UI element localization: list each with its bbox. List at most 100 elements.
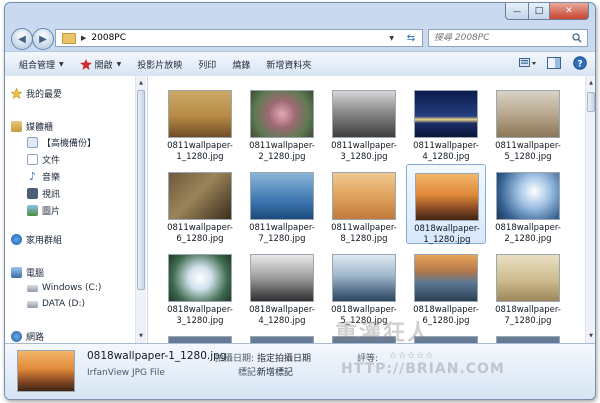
file-list: 0811wallpaper- 1_1280.jpg 0811wallpaper- 2_… [148,76,595,343]
nav-libraries[interactable]: 媒體櫃 [11,120,53,133]
nav-documents[interactable]: 文件 [27,153,60,166]
file-name-line1: 0818wallpaper- [249,305,315,315]
partial-photo [168,336,232,343]
file-tile[interactable] [324,328,404,343]
history-dropdown-icon[interactable]: ▼ [389,35,394,42]
refresh-button[interactable]: ⇆ [400,30,422,46]
new-folder-button[interactable]: 新增資料夾 [258,53,319,75]
nav-backup-label: 【高機備份】 [42,139,97,149]
flower-photo [250,90,314,138]
file-name-line1: 0811wallpaper- [331,223,397,233]
file-tile[interactable]: 0811wallpaper- 6_1280.jpg [160,164,240,244]
nav-pictures-label: 圖片 [42,207,61,217]
back-arrow-icon: ◀ [18,33,26,45]
file-tile[interactable]: 0811wallpaper- 1_1280.jpg [160,82,240,162]
back-button[interactable]: ◀ [11,28,33,50]
nav-drive-c[interactable]: Windows (C:) [27,283,101,293]
scroll-up-icon[interactable]: ▲ [136,78,146,88]
address-bar[interactable]: ▶ 2008PC ▼ [55,29,423,47]
file-name-line2: 2_1280.jpg [258,152,306,162]
file-name-line2: 7_1280.jpg [504,316,552,326]
nav-network-label: 網路 [26,333,45,343]
nav-drive-c-label: Windows (C:) [42,283,102,293]
tags-value[interactable]: 新增標記 [257,365,293,378]
file-name-line1: 0811wallpaper- [167,141,233,151]
file-tile[interactable] [488,328,568,343]
figure-photo [332,172,396,220]
nav-homegroup[interactable]: 家用群組 [11,233,62,246]
file-tile[interactable]: 0811wallpaper- 5_1280.jpg [488,82,568,162]
file-tile[interactable]: 0811wallpaper- 4_1280.jpg [406,82,486,162]
file-tile[interactable]: 0811wallpaper- 8_1280.jpg [324,164,404,244]
breadcrumb-path[interactable]: 2008PC [91,33,126,43]
file-name-line2: 2_1280.jpg [504,234,552,244]
partial-photo [250,336,314,343]
maximize-button[interactable]: □ [529,3,550,20]
scroll-up-icon[interactable]: ▲ [586,78,595,88]
slideshow-button[interactable]: 投影片放映 [129,53,190,75]
organize-button[interactable]: 組合管理 ▼ [5,53,72,75]
file-tile[interactable]: 0818wallpaper- 2_1280.jpg [488,164,568,244]
view-options-button[interactable] [519,55,537,71]
file-scroll-thumb[interactable] [587,92,595,112]
close-icon: ✕ [565,6,573,16]
help-button[interactable]: ? [571,55,589,71]
music-note-icon: ♪ [28,170,37,183]
rating-stars[interactable]: ☆☆☆☆☆ [389,351,434,361]
partial-photo [496,336,560,343]
file-tile[interactable]: 0818wallpaper- 4_1280.jpg [242,246,322,326]
preview-pane-icon [547,57,561,69]
file-tile[interactable]: 0818wallpaper- 7_1280.jpg [488,246,568,326]
explorer-window: — □ ✕ ◀ ▶ ▶ 2008PC ▼ ⇆ 組合管理▼ 開啟▼ 投影片放映 列… [4,2,596,400]
print-button[interactable]: 列印 [190,53,224,75]
scroll-down-icon[interactable]: ▼ [136,331,146,341]
forward-button[interactable]: ▶ [32,28,54,50]
nav-music[interactable]: ♪ 音樂 [27,170,60,183]
file-name-line2: 1_1280.jpg [423,235,471,245]
nav-scrollbar[interactable]: ▲ ▼ [135,76,146,343]
file-name-line2: 4_1280.jpg [258,316,306,326]
date-taken-value[interactable]: 指定拍攝日期 [257,351,311,364]
star-icon [11,88,22,99]
file-name-line2: 6_1280.jpg [176,234,224,244]
lake-photo [414,254,478,302]
file-tile[interactable]: 0818wallpaper- 1_1280.jpg [406,164,486,245]
file-tile[interactable]: 0811wallpaper- 3_1280.jpg [324,82,404,162]
file-tile[interactable]: 0818wallpaper- 3_1280.jpg [160,246,240,326]
title-bar[interactable]: — □ ✕ [5,3,595,25]
nav-drive-d-label: DATA (D:) [42,299,86,309]
nav-backup[interactable]: 【高機備份】 [27,136,96,149]
file-list-scrollbar[interactable]: ▲ ▼ [585,76,595,343]
file-tile[interactable]: 0811wallpaper- 7_1280.jpg [242,164,322,244]
nav-scroll-thumb[interactable] [137,90,145,290]
file-tile[interactable] [406,328,486,343]
search-input[interactable] [434,33,564,43]
close-button[interactable]: ✕ [550,3,589,20]
nav-drive-d[interactable]: DATA (D:) [27,299,85,309]
file-name-line2: 5_1280.jpg [504,152,552,162]
file-tile[interactable] [160,328,240,343]
nav-network[interactable]: 網路 [11,330,44,343]
chevron-down-icon: ▼ [59,60,64,68]
nav-videos[interactable]: 視訊 [27,187,60,200]
file-tile[interactable] [242,328,322,343]
nav-pictures[interactable]: 圖片 [27,204,60,217]
search-box[interactable] [428,29,588,47]
nav-homegroup-label: 家用群組 [26,236,63,246]
maximize-icon: □ [534,6,544,16]
minimize-button[interactable]: — [505,3,529,20]
nav-computer[interactable]: 電腦 [11,266,44,279]
beach-photo [496,90,560,138]
file-tile[interactable]: 0818wallpaper- 6_1280.jpg [406,246,486,326]
scroll-down-icon[interactable]: ▼ [586,331,595,341]
preview-pane-button[interactable] [545,55,563,71]
slideshow-label: 投影片放映 [137,60,183,71]
file-tile[interactable]: 0811wallpaper- 2_1280.jpg [242,82,322,162]
forward-arrow-icon: ▶ [39,33,47,45]
file-tile[interactable]: 0818wallpaper- 5_1280.jpg [324,246,404,326]
burn-button[interactable]: 燒錄 [224,53,258,75]
open-button[interactable]: 開啟 ▼ [72,53,130,75]
nav-favorites[interactable]: 我的最愛 [11,87,62,100]
selected-thumbnail [17,350,75,392]
partial-photo [414,336,478,343]
